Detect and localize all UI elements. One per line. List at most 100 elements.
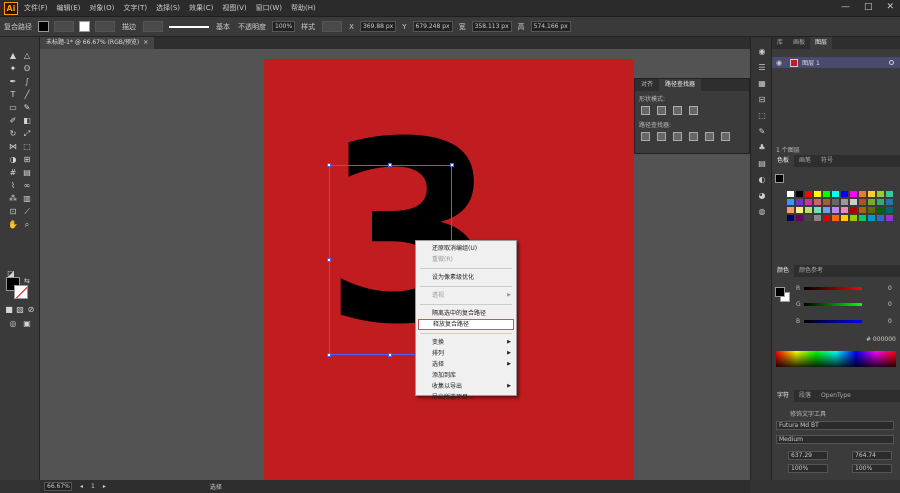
swatch-cell[interactable] [786, 206, 795, 214]
swatch-cell[interactable] [804, 198, 813, 206]
free-transform-tool-icon[interactable]: ⬚ [22, 142, 32, 151]
swatch-cell[interactable] [804, 214, 813, 222]
symbol-sprayer-tool-icon[interactable]: ⁂ [8, 194, 18, 203]
swatch-cell[interactable] [795, 214, 804, 222]
brushes-icon[interactable]: ✎ [757, 127, 767, 137]
column-graph-tool-icon[interactable]: ▥ [22, 194, 32, 203]
x-field[interactable]: 369.88 px [359, 21, 397, 32]
toolbar-stroke-swatch[interactable] [14, 285, 28, 299]
swatch-cell[interactable] [885, 190, 894, 198]
crop-icon[interactable] [689, 132, 698, 141]
minus-front-icon[interactable] [657, 106, 666, 115]
menu-select[interactable]: 选择(S) [156, 3, 180, 13]
tab-color[interactable]: 颜色 [772, 265, 795, 277]
leading-field[interactable]: 764.74 [852, 451, 892, 460]
paintbrush-tool-icon[interactable]: ✎ [22, 103, 32, 112]
blue-value[interactable]: 0 [888, 318, 892, 325]
swatch-cell[interactable] [786, 214, 795, 222]
font-style-field[interactable]: Medium [776, 435, 894, 444]
blue-slider-row[interactable]: B 0 [796, 317, 900, 325]
tab-character[interactable]: 字符 [772, 390, 795, 402]
swatch-cell[interactable] [876, 206, 885, 214]
scale-tool-icon[interactable]: ⤢ [22, 129, 32, 138]
swatch-cell[interactable] [867, 206, 876, 214]
close-window-button[interactable]: ✕ [886, 2, 894, 12]
curvature-tool-icon[interactable]: ∫ [22, 77, 32, 86]
tab-libraries[interactable]: 库 [772, 37, 788, 49]
color-spectrum[interactable] [776, 351, 896, 367]
tab-brushes[interactable]: 画笔 [794, 155, 816, 167]
menu-type[interactable]: 文字(T) [123, 3, 147, 13]
swatch-cell[interactable] [867, 190, 876, 198]
swatch-cell[interactable] [876, 198, 885, 206]
screen-mode-icon[interactable]: ▣ [22, 319, 32, 328]
swatch-cell[interactable] [885, 206, 894, 214]
green-slider-row[interactable]: G 0 [796, 300, 900, 308]
graphic-styles-icon[interactable]: ▤ [757, 159, 767, 169]
prev-artboard-icon[interactable]: ◂ [80, 483, 83, 490]
blue-slider[interactable] [804, 319, 862, 323]
zoom-field[interactable]: 66.67% [44, 482, 72, 491]
slice-tool-icon[interactable]: ⟋ [22, 207, 32, 216]
fill-swatch[interactable] [38, 21, 49, 32]
context-menu-item[interactable]: 变换 ▶ [416, 337, 516, 348]
context-menu-item[interactable]: 还原取消编组(U) [416, 243, 516, 254]
menu-edit[interactable]: 编辑(E) [57, 3, 81, 13]
visibility-eye-icon[interactable]: ◉ [776, 59, 782, 67]
rectangle-tool-icon[interactable]: ▭ [8, 103, 18, 112]
transparency-icon[interactable]: ◍ [757, 207, 767, 217]
font-size-field[interactable]: 637.29 [788, 451, 828, 460]
swatch-cell[interactable] [867, 214, 876, 222]
handle-top-left[interactable] [327, 163, 331, 167]
swatch-cell[interactable] [849, 190, 858, 198]
exclude-icon[interactable] [689, 106, 698, 115]
context-menu-item[interactable]: 导出所选项目... [416, 392, 516, 403]
context-menu-item[interactable]: 选择 ▶ [416, 359, 516, 370]
artboard-number[interactable]: 1 [91, 483, 95, 490]
layer-row[interactable]: ◉ 图层 1 [772, 57, 900, 68]
swatch-cell[interactable] [822, 198, 831, 206]
type-tool-icon[interactable]: T [8, 90, 18, 99]
shape-builder-tool-icon[interactable]: ◑ [8, 155, 18, 164]
next-artboard-icon[interactable]: ▸ [103, 483, 106, 490]
swatch-cell[interactable] [849, 206, 858, 214]
swatch-cell[interactable] [831, 214, 840, 222]
swatch-cell[interactable] [822, 214, 831, 222]
green-value[interactable]: 0 [888, 301, 892, 308]
red-value[interactable]: 0 [888, 285, 892, 292]
swatch-cell[interactable] [840, 214, 849, 222]
menu-effect[interactable]: 效果(C) [189, 3, 213, 13]
none-mode-icon[interactable]: ⊘ [26, 305, 36, 314]
hand-tool-icon[interactable]: ✋ [8, 220, 18, 229]
swatch-cell[interactable] [786, 190, 795, 198]
swatch-cell[interactable] [858, 198, 867, 206]
handle-top-center[interactable] [388, 163, 392, 167]
maximize-button[interactable]: □ [864, 2, 873, 12]
divide-icon[interactable] [641, 132, 650, 141]
font-family-field[interactable]: Futura Md BT [776, 421, 894, 430]
minimize-button[interactable]: — [841, 2, 850, 12]
green-slider[interactable] [804, 302, 862, 306]
symbols-icon[interactable]: ♣ [757, 143, 767, 153]
swatch-cell[interactable] [786, 198, 795, 206]
pen-tool-icon[interactable]: ✒ [8, 77, 18, 86]
merge-icon[interactable] [673, 132, 682, 141]
tab-symbols[interactable]: 符号 [816, 155, 838, 167]
color-guide-icon[interactable]: ◕ [757, 191, 767, 201]
swatch-cell[interactable] [831, 198, 840, 206]
menu-view[interactable]: 视图(V) [222, 3, 246, 13]
draw-mode-icon[interactable]: ◎ [8, 319, 18, 328]
swatch-cell[interactable] [876, 214, 885, 222]
unite-icon[interactable] [641, 106, 650, 115]
swatch-cell[interactable] [858, 206, 867, 214]
style-dropdown[interactable] [322, 21, 343, 32]
swatch-cell[interactable] [822, 206, 831, 214]
stroke-profile-preview[interactable] [169, 25, 209, 28]
context-menu-item[interactable]: 释放复合路径 [418, 319, 514, 330]
align-icon[interactable]: ⊟ [757, 95, 767, 105]
swatch-cell[interactable] [831, 190, 840, 198]
appearance-icon[interactable]: ◐ [757, 175, 767, 185]
handle-top-right[interactable] [450, 163, 454, 167]
tab-swatches[interactable]: 色板 [772, 155, 795, 167]
opacity-field[interactable]: 100% [272, 21, 296, 32]
